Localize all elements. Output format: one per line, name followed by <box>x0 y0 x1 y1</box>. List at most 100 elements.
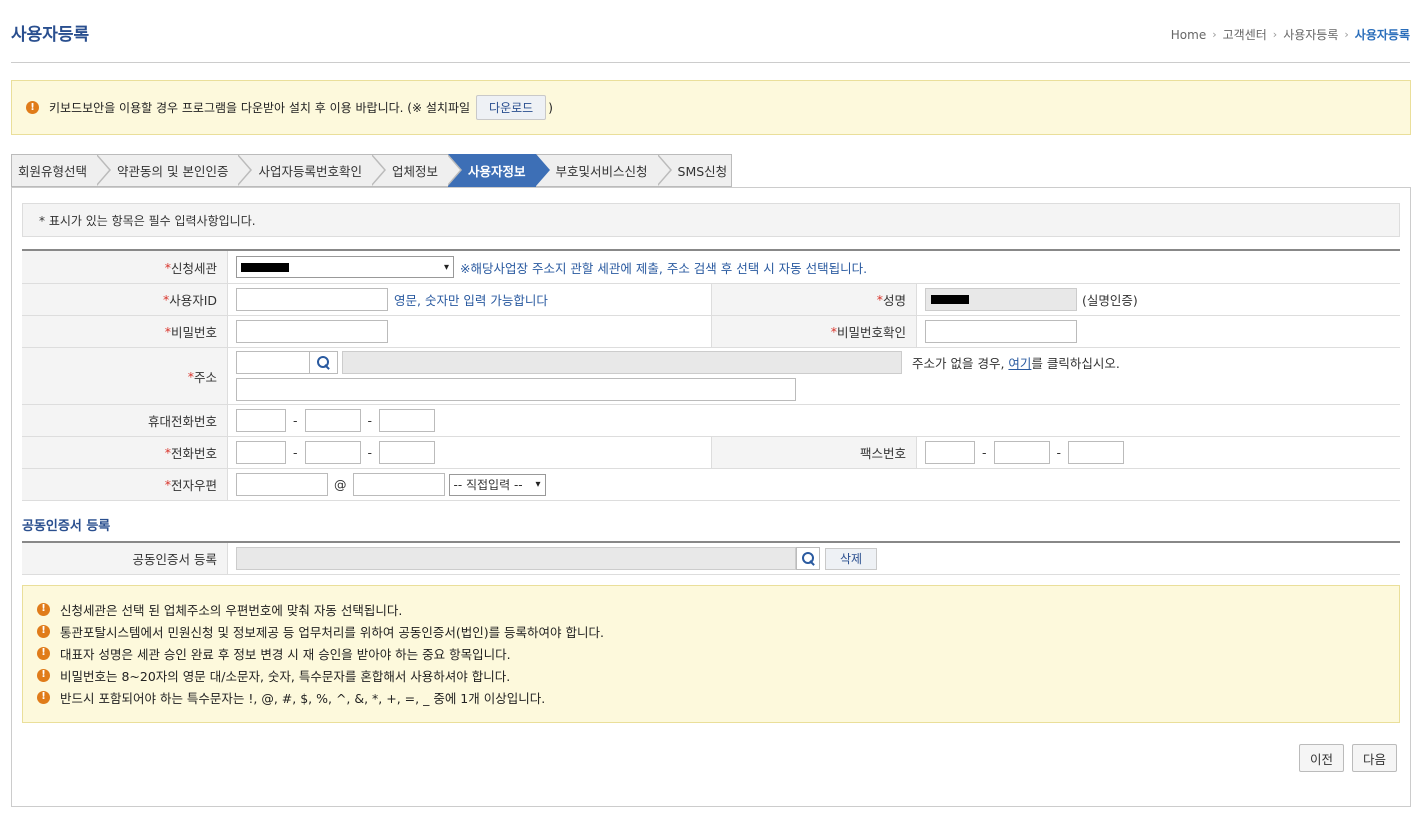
step-tabs: 회원유형선택 약관동의 및 본인인증 사업자등록번호확인 업체정보 사용자정보 … <box>11 154 733 187</box>
step-arrow <box>96 154 112 186</box>
next-button[interactable]: 다음 <box>1352 744 1398 772</box>
row-cert: 공동인증서 등록 삭제 <box>22 543 1400 575</box>
email-domain-select[interactable]: -- 직접입력 -- ▾ <box>448 473 546 496</box>
breadcrumb-home[interactable]: Home <box>1171 28 1206 42</box>
value-mobile: - - <box>228 405 1400 436</box>
row-customs: * 신청세관 ▾ ※해당사업장 주소지 관할 세관에 제출, 주소 검색 후 선택… <box>22 251 1400 284</box>
password-confirm-input[interactable] <box>925 320 1077 343</box>
chevron-down-icon: ▾ <box>535 479 541 490</box>
value-cert: 삭제 <box>228 543 1400 574</box>
notice-item: ! 비밀번호는 8~20자의 영문 대/소문자, 숫자, 특수문자를 혼합해서 사… <box>37 664 1399 686</box>
notice-close-paren: ) <box>548 100 553 115</box>
notice-item-text: 통관포탈시스템에서 민원신청 및 정보제공 등 업무처리를 위하여 공동인증서(… <box>60 624 604 640</box>
mobile-part-1-input[interactable] <box>236 409 286 432</box>
keyboard-security-notice: ! 키보드보안을 이용할 경우 프로그램을 다운받아 설치 후 이용 바랍니다.… <box>11 80 1411 135</box>
dash: - <box>367 413 373 428</box>
exclamation-circle-icon: ! <box>26 101 39 114</box>
step-label: 약관동의 및 본인인증 <box>117 164 229 179</box>
step-label: 사용자정보 <box>468 164 526 179</box>
label-phone: * 전화번호 <box>22 437 228 468</box>
email-domain-option: -- 직접입력 -- <box>453 478 523 492</box>
address-input <box>342 351 902 374</box>
email-local-input[interactable] <box>236 473 328 496</box>
download-button[interactable]: 다운로드 <box>476 95 547 120</box>
exclamation-circle-icon: ! <box>37 646 50 660</box>
chevron-right-icon: › <box>1344 28 1349 41</box>
value-password-confirm <box>917 316 1400 347</box>
address-hint-pre: 주소가 없을 경우, <box>912 356 1009 371</box>
label-email: * 전자우편 <box>22 469 228 500</box>
label-user-id: * 사용자ID <box>22 284 228 315</box>
value-password <box>228 316 711 347</box>
password-input[interactable] <box>236 320 388 343</box>
exclamation-circle-icon: ! <box>37 624 50 638</box>
zipcode-input[interactable] <box>236 351 310 374</box>
label-text: 성명 <box>882 293 906 308</box>
step-code-service: 부호및서비스신청 <box>535 154 672 187</box>
notice-item: ! 통관포탈시스템에서 민원신청 및 정보제공 등 업무처리를 위하여 공동인증서… <box>37 620 1399 642</box>
cert-input <box>236 547 796 570</box>
address-here-link[interactable]: 여기 <box>1008 356 1031 371</box>
mobile-part-3-input[interactable] <box>379 409 436 432</box>
row-password: * 비밀번호 * 비밀번호확인 <box>22 316 1400 348</box>
value-address: 주소가 없을 경우, 여기를 클릭하십시오. <box>228 348 1400 404</box>
step-label: 사업자등록번호확인 <box>258 164 362 179</box>
step-arrow <box>534 154 550 186</box>
label-fax: 팩스번호 <box>711 437 917 468</box>
notice-item-text: 대표자 성명은 세관 승인 완료 후 정보 변경 시 재 승인을 받아야 하는 … <box>60 646 511 662</box>
label-text: 전화번호 <box>170 446 217 461</box>
exclamation-circle-icon: ! <box>37 602 50 616</box>
step-arrow <box>370 154 386 186</box>
breadcrumb-current: 사용자등록 <box>1354 28 1410 42</box>
phone-part-2-input[interactable] <box>304 441 361 464</box>
phone-part-3-input[interactable] <box>379 441 436 464</box>
label-text: 팩스번호 <box>859 446 906 461</box>
value-customs: ▾ ※해당사업장 주소지 관할 세관에 제출, 주소 검색 후 선택 시 자동 … <box>228 251 1400 283</box>
value-name: (실명인증) <box>917 284 1400 315</box>
breadcrumb-user-registration[interactable]: 사용자등록 <box>1283 26 1338 43</box>
redacted-value <box>931 295 969 304</box>
step-arrow <box>237 154 253 186</box>
notice-item: ! 대표자 성명은 세관 승인 완료 후 정보 변경 시 재 승인을 받아야 하는… <box>37 642 1399 664</box>
dash: - <box>293 413 298 428</box>
step-label: 회원유형선택 <box>18 164 88 179</box>
label-text: 사용자ID <box>169 293 217 308</box>
half-id: * 사용자ID 영문, 숫자만 입력 가능합니다 <box>22 284 711 315</box>
chevron-right-icon: › <box>1212 28 1217 41</box>
email-domain-input[interactable] <box>352 473 445 496</box>
row-address: * 주소 주소가 없을 경우, 여기를 클릭하십시오. <box>22 348 1400 405</box>
customs-select[interactable]: ▾ <box>236 256 454 278</box>
cert-section-title: 공동인증서 등록 <box>22 519 111 534</box>
phone-part-1-input[interactable] <box>236 441 286 464</box>
notice-item: ! 반드시 포함되어야 하는 특수문자는 !, @, #, $, %, ^, &,… <box>37 686 1399 708</box>
cert-delete-button[interactable]: 삭제 <box>825 547 878 570</box>
step-arrow <box>656 154 672 186</box>
exclamation-circle-icon: ! <box>37 668 50 682</box>
fax-part-1-input[interactable] <box>925 441 975 464</box>
step-terms-auth: 약관동의 및 본인인증 <box>97 154 253 187</box>
half-password-confirm: * 비밀번호확인 <box>711 316 1400 347</box>
fax-part-3-input[interactable] <box>1068 441 1125 464</box>
dash: - <box>1056 445 1062 460</box>
redacted-value <box>241 262 289 272</box>
prev-button[interactable]: 이전 <box>1299 744 1345 772</box>
name-hint: (실명인증) <box>1082 293 1138 308</box>
user-id-input[interactable] <box>236 288 388 311</box>
cert-search-button[interactable] <box>796 547 820 570</box>
notice-item-text: 신청세관은 선택 된 업체주소의 우편번호에 맞춰 자동 선택됩니다. <box>60 602 403 618</box>
label-text: 휴대전화번호 <box>147 414 217 429</box>
zipcode-search-button[interactable] <box>310 351 338 374</box>
mobile-part-2-input[interactable] <box>304 409 361 432</box>
step-label: SMS신청 <box>677 164 728 179</box>
dash: - <box>367 445 373 460</box>
label-mobile: 휴대전화번호 <box>22 405 228 436</box>
breadcrumb: Home › 고객센터 › 사용자등록 › 사용자등록 <box>1171 26 1410 43</box>
row-id-name: * 사용자ID 영문, 숫자만 입력 가능합니다 * 성명 (실명인증) <box>22 284 1400 316</box>
title-divider <box>11 62 1410 63</box>
label-text: 비밀번호확인 <box>836 325 906 340</box>
fax-part-2-input[interactable] <box>993 441 1050 464</box>
address-detail-input[interactable] <box>236 378 796 401</box>
half-password: * 비밀번호 <box>22 316 711 347</box>
breadcrumb-customer-center[interactable]: 고객센터 <box>1223 26 1267 43</box>
at-sign: @ <box>334 477 347 492</box>
